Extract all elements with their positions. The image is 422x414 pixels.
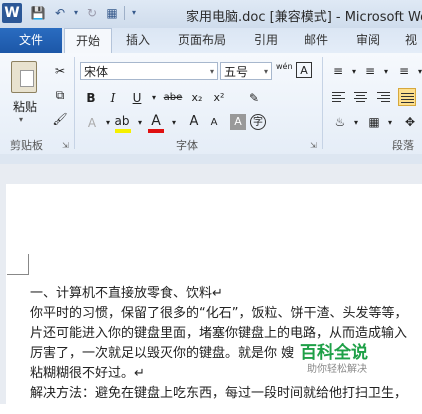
margin-corner-mark bbox=[7, 254, 30, 275]
align-center-button[interactable] bbox=[352, 88, 370, 106]
borders-dropdown-icon[interactable]: ▾ bbox=[382, 115, 398, 131]
bullets-icon[interactable]: ≡ bbox=[330, 63, 346, 79]
word-logo-icon[interactable]: W bbox=[2, 3, 22, 23]
align-right-button[interactable] bbox=[374, 88, 392, 106]
char-border-icon[interactable]: A bbox=[296, 62, 312, 78]
tab-mailings[interactable]: 邮件 bbox=[296, 28, 336, 53]
tab-view[interactable]: 视 bbox=[400, 28, 422, 53]
multilevel-dropdown-icon[interactable]: ▾ bbox=[412, 64, 422, 80]
network-icon[interactable]: ▦ bbox=[104, 5, 120, 21]
bullets-dropdown-icon[interactable]: ▾ bbox=[346, 64, 362, 80]
subscript-button[interactable]: x₂ bbox=[188, 89, 206, 107]
strikethrough-button[interactable]: abe bbox=[162, 89, 184, 107]
clear-formatting-icon[interactable]: ✎ bbox=[246, 90, 262, 106]
tab-review[interactable]: 审阅 bbox=[348, 28, 388, 53]
char-shading-icon[interactable]: A bbox=[230, 114, 246, 130]
clipboard-launcher-icon[interactable]: ⇲ bbox=[62, 141, 69, 150]
customize-qat-icon[interactable]: ▾ bbox=[126, 5, 142, 21]
text-effects-icon[interactable]: A bbox=[84, 115, 100, 131]
font-name-dropdown[interactable]: 宋体 ▾ bbox=[80, 62, 218, 80]
paste-button-label[interactable]: 粘贴 bbox=[13, 98, 37, 115]
font-color-dropdown-icon[interactable]: ▾ bbox=[166, 115, 182, 131]
paste-icon[interactable] bbox=[11, 61, 37, 93]
shading-icon[interactable]: ♨ bbox=[332, 114, 348, 130]
tab-page-layout[interactable]: 页面布局 bbox=[170, 28, 234, 53]
cut-icon[interactable]: ✂ bbox=[52, 63, 68, 79]
undo-icon[interactable]: ↶ bbox=[52, 5, 68, 21]
enclose-char-icon[interactable]: 字 bbox=[250, 114, 266, 130]
font-size-dropdown[interactable]: 五号 ▾ bbox=[220, 62, 272, 80]
shrink-font-icon[interactable]: A bbox=[206, 115, 222, 131]
grow-font-icon[interactable]: A bbox=[186, 114, 202, 130]
watermark-subtitle: 助你轻松解决 bbox=[307, 364, 367, 375]
bold-button[interactable]: B bbox=[82, 89, 100, 107]
tab-home[interactable]: 开始 bbox=[64, 28, 112, 54]
document-line[interactable]: 粘糊糊很不好过。↵ bbox=[30, 362, 145, 381]
numbering-dropdown-icon[interactable]: ▾ bbox=[378, 64, 394, 80]
tab-insert[interactable]: 插入 bbox=[118, 28, 158, 53]
ribbon: 粘贴 ▾ ✂ ⧉ 🖌 剪贴板 ⇲ 宋体 ▾ 五号 ▾ wén A B I U ▾… bbox=[0, 53, 422, 155]
format-painter-icon[interactable]: 🖌 bbox=[52, 111, 68, 127]
tab-references[interactable]: 引用 bbox=[246, 28, 286, 53]
save-icon[interactable]: 💾 bbox=[30, 5, 46, 21]
window-title: 家用电脑.doc [兼容模式] - Microsoft Wor bbox=[186, 10, 422, 25]
copy-icon[interactable]: ⧉ bbox=[52, 87, 68, 103]
paragraph-group-label: 段落 bbox=[392, 139, 414, 152]
highlight-dropdown-icon[interactable]: ▾ bbox=[132, 115, 148, 131]
font-launcher-icon[interactable]: ⇲ bbox=[310, 141, 317, 150]
underline-dropdown-icon[interactable]: ▾ bbox=[146, 90, 162, 106]
redo-icon[interactable]: ↻ bbox=[84, 5, 100, 21]
font-group-label: 字体 bbox=[176, 139, 198, 152]
group-separator bbox=[322, 57, 323, 149]
asian-layout-icon[interactable]: ✥ bbox=[402, 114, 418, 130]
document-line[interactable]: 厉害了，一次就足以毁灭你的键盘。就是你 嫂 bbox=[30, 342, 294, 361]
document-line[interactable]: 解决方法：避免在键盘上吃东西，每过一段时间就给他打扫卫生， bbox=[30, 382, 407, 401]
align-left-button[interactable] bbox=[330, 88, 348, 106]
group-separator bbox=[74, 57, 75, 149]
ruler[interactable] bbox=[0, 154, 422, 164]
highlight-color-swatch bbox=[115, 129, 131, 133]
multilevel-list-icon[interactable]: ≡ bbox=[396, 63, 412, 79]
borders-icon[interactable]: ▦ bbox=[366, 114, 382, 130]
undo-dropdown-icon[interactable]: ▾ bbox=[68, 5, 84, 21]
tab-file[interactable]: 文件 bbox=[0, 28, 62, 53]
numbering-icon[interactable]: ≡ bbox=[362, 63, 378, 79]
phonetic-guide-icon[interactable]: wén bbox=[276, 62, 293, 78]
qat-separator bbox=[124, 6, 125, 20]
clipboard-group-label: 剪贴板 bbox=[10, 139, 43, 152]
font-name-value: 宋体 bbox=[84, 65, 109, 79]
justify-button[interactable] bbox=[398, 88, 416, 106]
ribbon-tab-bar: 文件 开始 插入 页面布局 引用 邮件 审阅 视 bbox=[0, 28, 422, 54]
chevron-down-icon: ▾ bbox=[263, 67, 268, 76]
font-color-icon[interactable]: A bbox=[148, 113, 164, 129]
superscript-button[interactable]: x² bbox=[210, 89, 228, 107]
shading-dropdown-icon[interactable]: ▾ bbox=[348, 115, 364, 131]
title-bar: W 💾 ↶ ▾ ↻ ▦ ▾ 家用电脑.doc [兼容模式] - Microsof… bbox=[0, 0, 422, 29]
chevron-down-icon: ▾ bbox=[209, 67, 214, 76]
highlight-icon[interactable]: ab bbox=[114, 113, 130, 129]
italic-button[interactable]: I bbox=[104, 89, 122, 107]
font-size-value: 五号 bbox=[224, 65, 249, 79]
paste-dropdown-icon[interactable]: ▾ bbox=[19, 115, 23, 124]
font-color-swatch bbox=[148, 129, 164, 133]
document-line[interactable]: 你平时的习惯，保留了很多的“化石”，饭粒、饼干渣、头发等等， bbox=[30, 302, 407, 321]
document-line[interactable]: 一、计算机不直接放零食、饮料↵ bbox=[30, 282, 223, 301]
underline-button[interactable]: U bbox=[128, 89, 146, 107]
